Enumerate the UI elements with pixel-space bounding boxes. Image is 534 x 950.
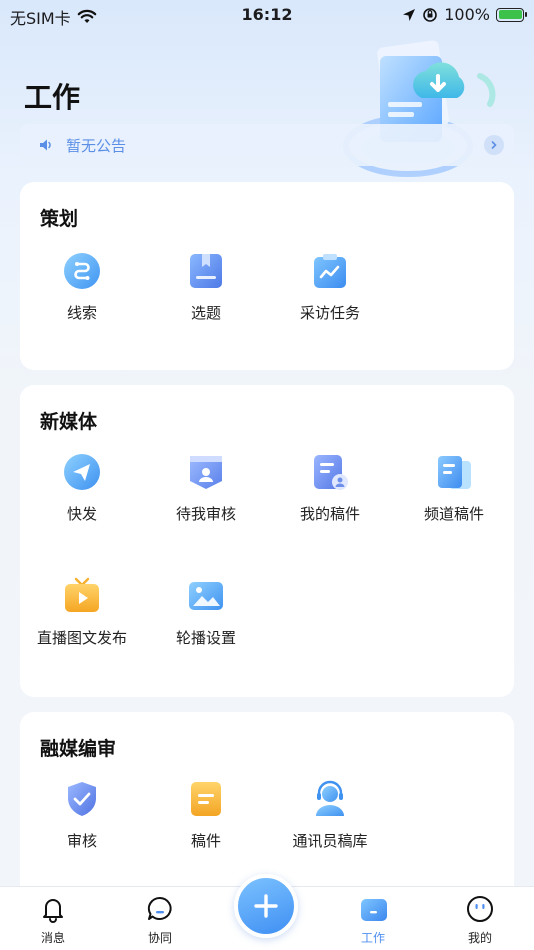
menu-label-manuscript: 稿件 (190, 832, 221, 850)
menu-item-clue[interactable]: 线索 (20, 252, 144, 323)
correspondent-library-icon (316, 780, 344, 816)
plus-icon (254, 894, 278, 918)
manuscript-icon (191, 782, 221, 816)
tab-label-work: 工作 (360, 931, 385, 945)
page-title: 工作 (24, 81, 81, 114)
tab-collaboration[interactable]: 协同 (115, 895, 205, 946)
channel-manuscript-icon (438, 456, 471, 489)
menu-label-channel-manuscript: 频道稿件 (423, 505, 484, 523)
new-media-card: 新媒体 快发 待我审核 我的稿件 频道稿件 直播图文发布 轮播设置 (20, 385, 514, 697)
chat-icon (147, 896, 172, 920)
menu-item-manuscript[interactable]: 稿件 (144, 780, 268, 851)
topic-icon (190, 254, 222, 288)
work-icon (361, 899, 387, 921)
battery-icon (496, 7, 527, 22)
tab-messages[interactable]: 消息 (8, 895, 98, 946)
review-shield-icon (68, 782, 96, 816)
menu-item-topic[interactable]: 选题 (144, 252, 268, 323)
tab-label-messages: 消息 (40, 931, 65, 945)
menu-item-my-manuscript[interactable]: 我的稿件 (268, 453, 392, 524)
clue-icon (64, 253, 100, 289)
tab-work[interactable]: 工作 (328, 895, 418, 946)
chevron-right-icon[interactable] (484, 135, 504, 155)
menu-item-correspondent-library[interactable]: 通讯员稿库 (268, 780, 392, 851)
orientation-lock-icon (423, 7, 438, 22)
quick-send-icon (64, 454, 100, 490)
menu-item-review[interactable]: 审核 (20, 780, 144, 851)
planning-card: 策划 线索 选题 采访任务 (20, 182, 514, 370)
section-title-planning: 策划 (40, 208, 79, 230)
section-title-media-review: 融媒编审 (40, 738, 117, 760)
bell-icon (43, 899, 63, 923)
speaker-icon (40, 139, 51, 151)
menu-item-quick-send[interactable]: 快发 (20, 453, 144, 524)
menu-label-pending-review: 待我审核 (175, 505, 236, 523)
menu-label-my-manuscript: 我的稿件 (299, 505, 360, 523)
battery-percent: 100% (444, 5, 490, 24)
menu-item-carousel-settings[interactable]: 轮播设置 (144, 577, 268, 648)
carousel-settings-icon (189, 582, 223, 610)
status-right: 100% (402, 5, 527, 24)
add-button[interactable] (234, 874, 298, 938)
interview-task-icon (314, 254, 346, 288)
profile-icon (467, 896, 493, 922)
menu-label-topic: 选题 (190, 304, 221, 322)
my-manuscript-icon (314, 455, 348, 490)
tab-profile[interactable]: 我的 (435, 895, 525, 946)
pending-review-icon (190, 456, 222, 489)
status-bar: 无SIM卡 16:12 100% (0, 0, 534, 30)
notice-text: 暂无公告 (66, 136, 127, 155)
menu-item-channel-manuscript[interactable]: 频道稿件 (392, 453, 516, 524)
tab-label-profile: 我的 (467, 931, 492, 945)
menu-label-clue: 线索 (66, 304, 97, 322)
menu-label-live-publish: 直播图文发布 (36, 629, 127, 647)
menu-item-interview-task[interactable]: 采访任务 (268, 252, 392, 323)
section-title-new-media: 新媒体 (40, 411, 98, 433)
location-arrow-icon (403, 8, 416, 21)
tab-label-collaboration: 协同 (147, 931, 172, 945)
menu-label-carousel-settings: 轮播设置 (175, 629, 236, 647)
menu-label-interview-task: 采访任务 (299, 304, 360, 322)
menu-item-pending-review[interactable]: 待我审核 (144, 453, 268, 524)
menu-item-live-publish[interactable]: 直播图文发布 (20, 577, 144, 648)
menu-label-quick-send: 快发 (66, 505, 97, 523)
notice-bar[interactable]: 暂无公告 (20, 124, 514, 166)
menu-label-correspondent-library: 通讯员稿库 (292, 832, 368, 850)
live-publish-icon (65, 577, 99, 612)
menu-label-review: 审核 (66, 832, 97, 850)
